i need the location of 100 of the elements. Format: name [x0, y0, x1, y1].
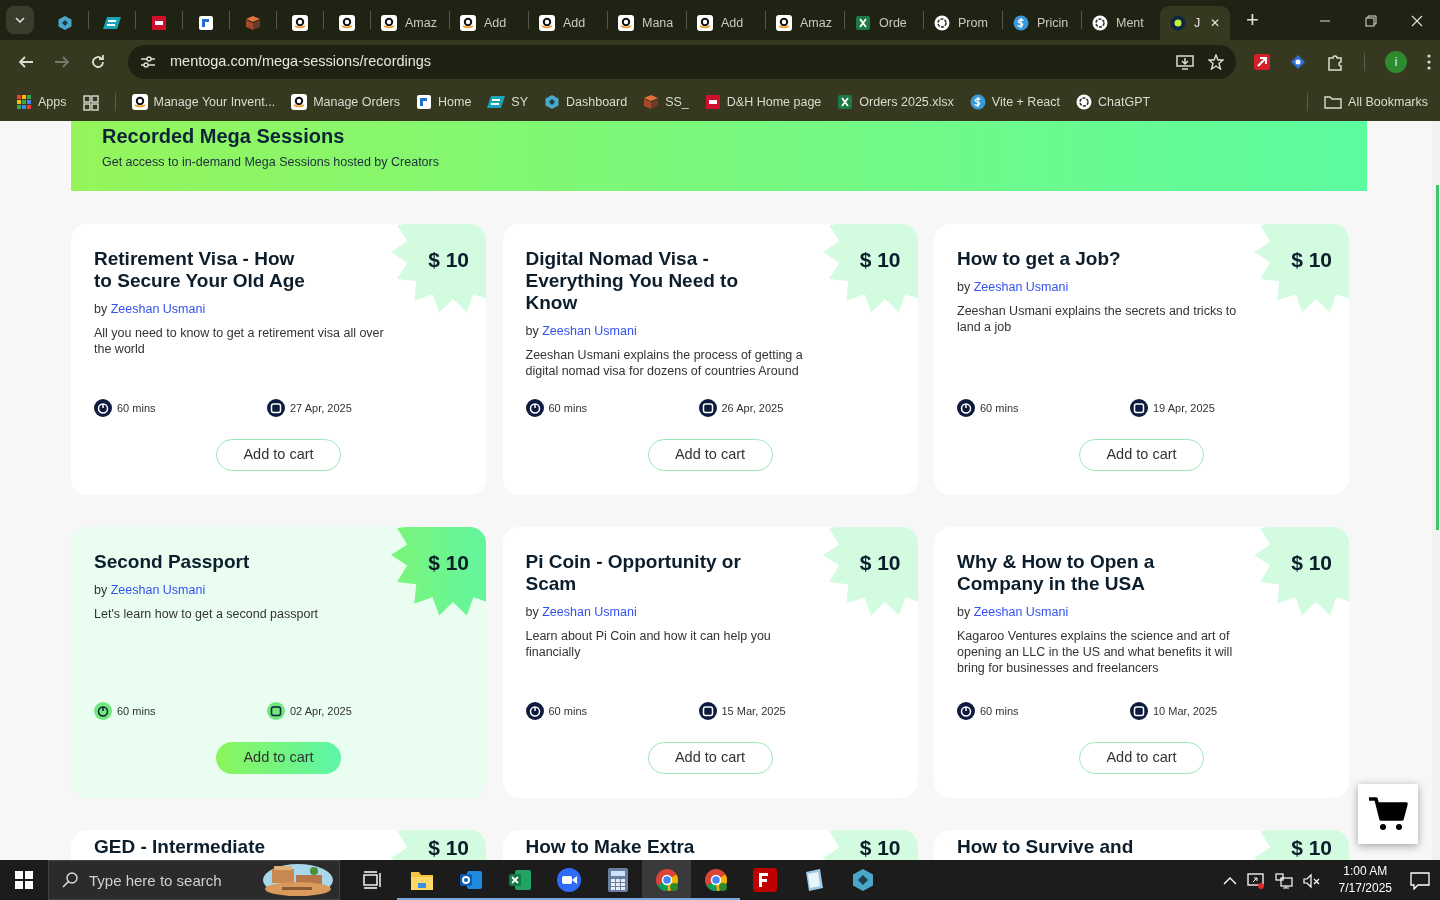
video-app-icon — [556, 868, 581, 892]
spreadsheet-icon — [855, 15, 871, 31]
spreadsheet-icon — [837, 94, 854, 110]
smile-logo-icon — [776, 15, 792, 31]
ftp-app-icon — [752, 868, 777, 892]
duration-label: 60 mins — [980, 400, 1019, 416]
price-label: $ 10 — [428, 835, 469, 860]
card-title: Why & How to Open a Company in the USA — [957, 551, 1156, 595]
browser-tab[interactable]: Mana — [608, 6, 686, 40]
install-icon — [1176, 54, 1194, 71]
date-label: 26 Apr, 2025 — [721, 400, 784, 416]
task-view-icon — [362, 871, 383, 889]
card-title: GED - Intermediate — [94, 836, 266, 858]
bookmark-item[interactable]: Home — [416, 92, 472, 112]
slanted-tag-icon — [487, 95, 506, 109]
page-title: Recorded Mega Sessions — [102, 124, 346, 149]
bookmark-item[interactable]: D&H Home page — [704, 92, 822, 112]
price-label: $ 10 — [1291, 835, 1332, 860]
bookmark-item[interactable]: ChatGPT — [1076, 92, 1151, 112]
knot-logo-icon — [1092, 15, 1108, 31]
browser-tab[interactable]: Pricin — [1003, 6, 1081, 40]
dot-icon — [1170, 15, 1186, 31]
card-title: Pi Coin - Opportunity or Scam — [525, 551, 742, 595]
author-link[interactable]: Zeeshan Usmani — [973, 280, 1069, 294]
tab-search-button[interactable] — [6, 6, 34, 34]
author-link[interactable]: Zeeshan Usmani — [973, 605, 1069, 619]
date-label: 15 Mar, 2025 — [721, 703, 786, 719]
price-label: $ 10 — [1291, 247, 1332, 273]
add-to-cart-button[interactable]: Add to cart — [216, 742, 341, 774]
clock-time: 1:00 AM — [1342, 863, 1389, 880]
add-to-cart-button[interactable]: Add to cart — [216, 439, 341, 471]
bookmark-item[interactable]: Manage Your Invent... — [131, 92, 276, 112]
clock[interactable]: 1:00 AM 7/17/2025 — [1330, 863, 1400, 897]
browser-tab[interactable]: Amaz — [766, 6, 844, 40]
taskbar-app-button[interactable] — [642, 860, 691, 900]
page-subtitle: Get access to in-demand Mega Sessions hosted by Creators — [102, 154, 440, 171]
smile-logo-icon — [292, 15, 308, 31]
spreadsheet-icon — [507, 869, 532, 891]
card-title: Digital Nomad Visa - Everything You Need to Know — [525, 248, 740, 314]
browser-tab[interactable]: Add — [687, 6, 765, 40]
bookmark-item[interactable]: Apps — [16, 92, 67, 112]
bookmark-item[interactable]: Dashboard — [544, 92, 628, 112]
bookmark-item[interactable]: SS_ — [643, 92, 689, 112]
clock-date: 7/17/2025 — [1338, 880, 1392, 897]
duration-label: 60 mins — [117, 703, 156, 719]
browser-tab[interactable]: Prom — [924, 6, 1002, 40]
smile-logo-icon — [539, 15, 555, 31]
screen-share-icon — [1246, 872, 1265, 889]
add-to-cart-button[interactable]: Add to cart — [647, 439, 773, 471]
bookmark-item[interactable]: SY — [487, 92, 528, 112]
search-icon — [62, 872, 78, 888]
menu-icon — [1427, 54, 1431, 71]
browser-tab[interactable]: Amaz — [371, 6, 449, 40]
network-icon — [1274, 872, 1293, 889]
browser-tab[interactable]: Orde — [845, 6, 923, 40]
author-link[interactable]: Zeeshan Usmani — [542, 324, 637, 338]
browser-tab[interactable]: Ment — [1082, 6, 1160, 40]
browser-tab[interactable]: Add — [450, 6, 528, 40]
duration-label: 60 mins — [980, 703, 1019, 719]
bookmark-item[interactable]: Manage Orders — [291, 92, 400, 112]
browser-app-icon — [654, 868, 679, 892]
speech-bubble-icon — [1410, 871, 1430, 890]
smile-logo-icon — [460, 15, 476, 31]
cart-button[interactable] — [1358, 784, 1418, 844]
add-to-cart-button[interactable]: Add to cart — [647, 742, 773, 774]
smile-logo-icon — [131, 94, 148, 110]
all-bookmarks-button[interactable]: All Bookmarks — [1324, 92, 1428, 112]
author-link[interactable]: Zeeshan Usmani — [542, 605, 637, 619]
duration-label: 60 mins — [548, 703, 588, 719]
smile-logo-icon — [291, 94, 308, 110]
bookmark-item[interactable]: Vite + React — [969, 92, 1060, 112]
date-label: 19 Apr, 2025 — [1153, 400, 1215, 416]
coin-icon — [1013, 15, 1029, 31]
browser-tab[interactable]: Add — [529, 6, 607, 40]
add-to-cart-button[interactable]: Add to cart — [1079, 742, 1204, 774]
card-description: Kagaroo Ventures explains the science and art of opening an LLC in the US and what benefits it will bring for businesses and freelancers — [957, 627, 1234, 676]
mail-app-icon — [458, 869, 483, 891]
new-tab-button[interactable]: + — [1240, 8, 1265, 32]
bookmark-item[interactable]: Orders 2025.xlsx — [837, 92, 954, 112]
card-title: Second Passport — [94, 551, 251, 573]
browser-tab[interactable]: J ✕ — [1160, 6, 1230, 40]
reload-icon — [90, 54, 106, 71]
knot-logo-icon — [1076, 94, 1092, 110]
card-title: How to get a Job? — [957, 248, 1122, 270]
chevron-down-icon — [15, 17, 25, 23]
address-bar[interactable]: mentoga.com/mega-sessions/recordings — [128, 44, 1236, 79]
price-label: $ 10 — [428, 247, 469, 273]
scrollbar[interactable] — [1432, 121, 1440, 860]
smile-logo-icon — [618, 15, 634, 31]
card-description: Zeeshan Usmani explains the secrets and tricks to land a job — [957, 302, 1238, 335]
author-link[interactable]: Zeeshan Usmani — [110, 583, 206, 597]
folder-icon — [409, 869, 434, 891]
price-label: $ 10 — [859, 550, 901, 576]
slanted-tag-icon — [103, 16, 121, 30]
volume-muted-icon — [1302, 872, 1321, 889]
add-to-cart-button[interactable]: Add to cart — [1079, 439, 1204, 471]
folder-icon — [1324, 95, 1343, 109]
card-description: Learn about Pi Coin and how it can help you financially — [525, 627, 772, 660]
author-link[interactable]: Zeeshan Usmani — [110, 302, 206, 316]
profile-button[interactable]: i — [1385, 50, 1407, 73]
